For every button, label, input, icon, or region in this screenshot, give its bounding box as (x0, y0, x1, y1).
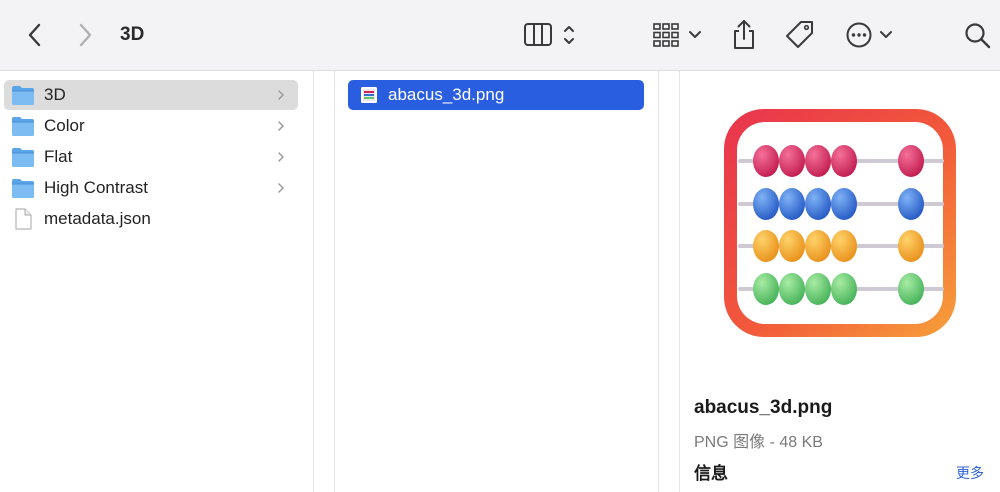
file-row-metadata-json[interactable]: metadata.json (4, 204, 298, 234)
folder-icon (12, 179, 34, 198)
finder-window: 3D 3D Color Flat High Contrast metadata.… (0, 0, 1000, 492)
window-title: 3D (120, 24, 145, 45)
file-row-abacus-3d-png[interactable]: abacus_3d.png (348, 80, 644, 110)
tag-button[interactable] (782, 18, 818, 52)
forward-button[interactable] (72, 20, 98, 50)
tag-icon (786, 21, 813, 48)
document-icon (15, 208, 32, 230)
file-label: abacus_3d.png (388, 85, 505, 104)
column-divider (659, 71, 680, 492)
folder-icon (12, 86, 34, 105)
more-actions-button[interactable] (842, 20, 898, 50)
more-icon (846, 22, 892, 48)
column-divider (314, 71, 335, 492)
group-icon (653, 23, 701, 47)
file-label: metadata.json (44, 209, 151, 228)
preview-info-heading: 信息 (694, 464, 728, 483)
share-button[interactable] (728, 18, 760, 52)
image-file-icon (361, 87, 377, 103)
chevron-right-icon (278, 183, 284, 193)
folder-column: 3D Color Flat High Contrast metadata.jso… (0, 71, 314, 492)
folder-label: Color (44, 116, 85, 135)
preview-file-kind: PNG 图像 - 48 KB (694, 434, 823, 451)
folder-label: High Contrast (44, 178, 148, 197)
folder-icon (12, 148, 34, 167)
preview-pane: abacus_3d.png PNG 图像 - 48 KB 信息 更多 (680, 71, 1000, 492)
abacus-preview-image (724, 109, 956, 337)
file-column: abacus_3d.png (335, 71, 659, 492)
folder-icon (12, 117, 34, 136)
chevron-right-icon (278, 90, 284, 100)
folder-row-flat[interactable]: Flat (4, 142, 298, 172)
share-icon (734, 20, 754, 49)
search-icon (965, 23, 991, 49)
back-button[interactable] (22, 20, 48, 50)
folder-label: Flat (44, 147, 73, 166)
chevron-right-icon (79, 23, 92, 47)
chevron-right-icon (278, 121, 284, 131)
folder-row-color[interactable]: Color (4, 111, 298, 141)
column-view-icon (524, 23, 574, 46)
chevron-right-icon (278, 152, 284, 162)
group-button[interactable] (650, 20, 706, 50)
search-button[interactable] (962, 20, 994, 50)
folder-row-3d[interactable]: 3D (4, 80, 298, 110)
toolbar: 3D (0, 0, 1000, 71)
folder-label: 3D (44, 85, 66, 104)
view-mode-button[interactable] (520, 20, 582, 50)
chevron-left-icon (28, 23, 41, 47)
folder-row-high-contrast[interactable]: High Contrast (4, 173, 298, 203)
preview-more-link[interactable]: 更多 (956, 463, 984, 483)
preview-file-name: abacus_3d.png (694, 397, 833, 418)
